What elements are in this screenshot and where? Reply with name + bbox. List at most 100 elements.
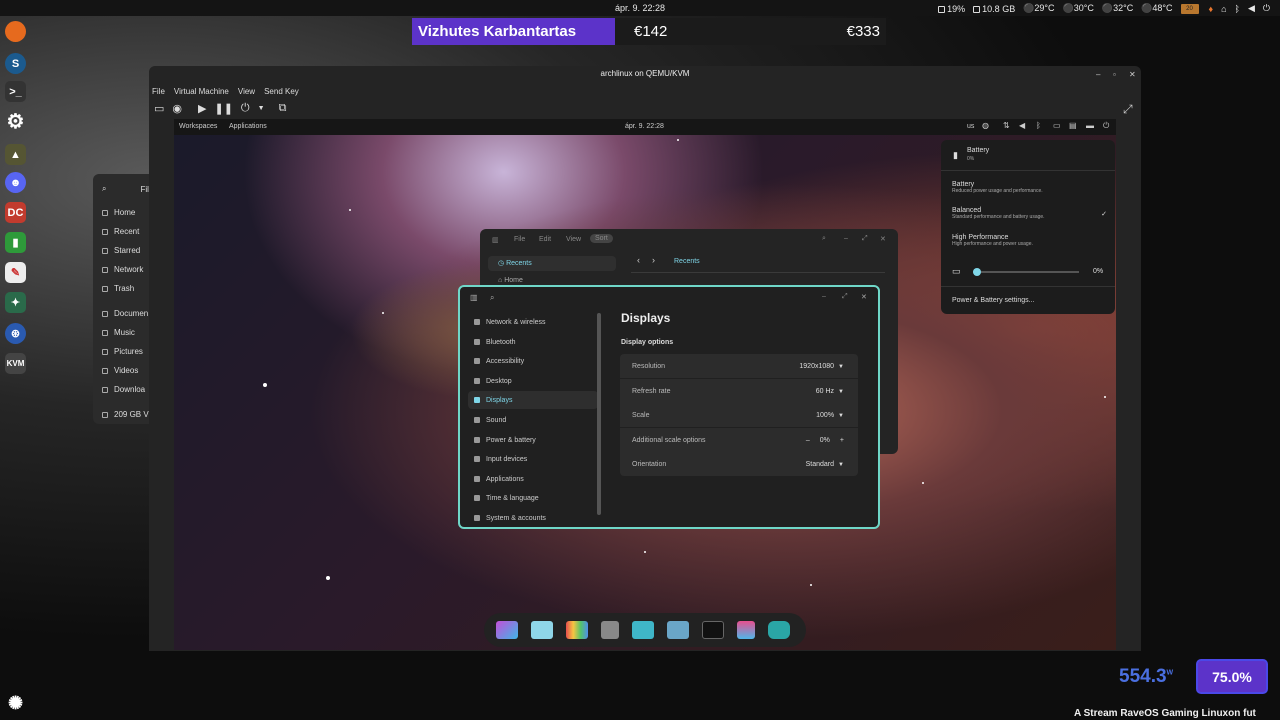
- bg-fm-item[interactable]: Documen: [102, 309, 148, 318]
- back-icon[interactable]: ‹: [637, 255, 640, 265]
- menu-view[interactable]: View: [238, 87, 255, 96]
- files-icon[interactable]: [632, 621, 654, 639]
- network-icon[interactable]: ⇅: [1003, 121, 1010, 130]
- nav-sound[interactable]: Sound: [468, 411, 598, 429]
- profile-high-performance[interactable]: High Performance High performance and po…: [952, 234, 1107, 252]
- firefox-icon[interactable]: [5, 21, 26, 42]
- terminal-icon[interactable]: >_: [5, 81, 26, 102]
- bg-fm-item[interactable]: Starred: [102, 246, 140, 255]
- kvm-icon[interactable]: KVM: [5, 353, 26, 374]
- app-icon[interactable]: ▲: [5, 144, 26, 165]
- power-icon[interactable]: ⏻: [1263, 3, 1270, 14]
- orientation-row[interactable]: Orientation Standard ▼: [620, 452, 858, 476]
- network-icon[interactable]: ⌂: [1221, 4, 1226, 14]
- search-icon[interactable]: ⌕: [490, 293, 494, 303]
- bg-fm-item[interactable]: Home: [102, 208, 135, 217]
- brightness-slider[interactable]: [973, 268, 1079, 276]
- sidebar-toggle-icon[interactable]: ▥: [492, 236, 499, 244]
- steering-icon[interactable]: ⊛: [5, 323, 26, 344]
- menu-file[interactable]: File: [152, 87, 165, 96]
- maximize-icon[interactable]: ⤢: [862, 235, 868, 243]
- forward-icon[interactable]: ›: [652, 255, 655, 265]
- bg-fm-item[interactable]: Pictures: [102, 347, 143, 356]
- scale-row[interactable]: Scale 100% ▼: [620, 403, 858, 427]
- bg-search[interactable]: ⌕ Fil: [102, 184, 149, 194]
- files-sidebar-home[interactable]: ⌂ Home: [498, 277, 523, 284]
- minimize-icon[interactable]: –: [844, 235, 848, 242]
- bluetooth-icon[interactable]: ᛒ: [1235, 4, 1240, 14]
- nav-accessibility[interactable]: Accessibility: [468, 352, 598, 370]
- plus-icon[interactable]: +: [840, 437, 844, 444]
- keyboard-layout[interactable]: us: [967, 123, 974, 130]
- flame-icon[interactable]: ♦: [1209, 4, 1214, 14]
- menu-virtual-machine[interactable]: Virtual Machine: [174, 87, 229, 96]
- search-icon[interactable]: ⌕: [822, 235, 826, 243]
- nav-network[interactable]: Network & wireless: [468, 313, 598, 331]
- chevron-down-icon[interactable]: ▼: [258, 105, 265, 112]
- guest-screen[interactable]: Workspaces Applications ápr. 9. 22:28 us…: [174, 119, 1116, 650]
- resolution-row[interactable]: Resolution 1920x1080 ▼: [620, 354, 858, 378]
- close-icon[interactable]: ✕: [861, 293, 867, 301]
- nav-displays[interactable]: Displays: [468, 391, 598, 409]
- nav-applications[interactable]: Applications: [468, 470, 598, 488]
- discord-icon[interactable]: ☻: [5, 172, 26, 193]
- terminal-icon[interactable]: [702, 621, 724, 639]
- refresh-rate-row[interactable]: Refresh rate 60 Hz ▼: [620, 379, 858, 403]
- minus-icon[interactable]: –: [806, 437, 810, 444]
- search-icon[interactable]: [496, 621, 518, 639]
- dc-app-icon[interactable]: DC: [5, 202, 26, 223]
- volume-icon[interactable]: ◀: [1019, 121, 1025, 130]
- menu-send-key[interactable]: Send Key: [264, 87, 299, 96]
- run-icon[interactable]: ▶: [198, 102, 206, 115]
- files-menu-sort[interactable]: Sort: [590, 234, 613, 243]
- app-grid-icon[interactable]: [566, 621, 588, 639]
- applications-button[interactable]: Applications: [229, 123, 267, 130]
- bg-fm-item[interactable]: Trash: [102, 284, 134, 293]
- nav-time[interactable]: Time & language: [468, 489, 598, 507]
- maximize-icon[interactable]: ⤢: [842, 293, 848, 301]
- nav-power[interactable]: Power & battery: [468, 431, 598, 449]
- power-icon[interactable]: ⏻: [1103, 121, 1109, 131]
- bluetooth-icon[interactable]: ᛒ: [1036, 121, 1041, 130]
- bg-fm-item[interactable]: 209 GB V: [102, 410, 149, 419]
- steam-icon[interactable]: S: [5, 53, 26, 74]
- nav-scrollbar[interactable]: [597, 313, 601, 515]
- notes-icon[interactable]: ✎: [5, 262, 26, 283]
- brightness-slider-handle[interactable]: [973, 268, 981, 276]
- editor-icon[interactable]: [667, 621, 689, 639]
- shutdown-icon[interactable]: ⏻: [241, 102, 250, 115]
- profile-balanced[interactable]: Balanced Standard performance and batter…: [952, 207, 1107, 225]
- bg-fm-item[interactable]: Videos: [102, 366, 138, 375]
- minimize-icon[interactable]: –: [1096, 70, 1100, 79]
- store-icon[interactable]: [737, 621, 755, 639]
- close-icon[interactable]: ✕: [880, 235, 886, 243]
- bg-fm-item[interactable]: Music: [102, 328, 135, 337]
- notification-icon[interactable]: ▤: [1069, 121, 1077, 130]
- files-sidebar-recents[interactable]: ◷ Recents: [488, 256, 616, 271]
- details-icon[interactable]: ◉: [172, 102, 182, 115]
- console-icon[interactable]: ▭: [154, 102, 164, 115]
- green-app-icon[interactable]: ▮: [5, 232, 26, 253]
- app-launcher-icon[interactable]: ✺: [5, 693, 26, 714]
- files-menu-view[interactable]: View: [566, 236, 581, 243]
- sidebar-toggle-icon[interactable]: ▥: [470, 293, 478, 302]
- multitasking-icon[interactable]: [531, 621, 553, 639]
- files-menu-file[interactable]: File: [514, 236, 525, 243]
- globe-icon[interactable]: ◍: [982, 121, 989, 130]
- bg-fm-item[interactable]: Recent: [102, 227, 139, 236]
- pause-icon[interactable]: ❚❚: [214, 102, 232, 115]
- battery-icon[interactable]: ▬: [1086, 121, 1094, 130]
- settings-gear-icon[interactable]: ⚙: [5, 111, 26, 133]
- nav-bluetooth[interactable]: Bluetooth: [468, 333, 598, 351]
- power-settings-link[interactable]: Power & Battery settings...: [952, 297, 1034, 304]
- nav-desktop[interactable]: Desktop: [468, 372, 598, 390]
- screen-icon[interactable]: ▭: [1053, 121, 1061, 130]
- bg-fm-item[interactable]: Network: [102, 265, 143, 274]
- workspaces-button[interactable]: Workspaces: [179, 123, 217, 130]
- files-menu-edit[interactable]: Edit: [539, 236, 551, 243]
- nav-input[interactable]: Input devices: [468, 450, 598, 468]
- puzzle-icon[interactable]: ✦: [5, 292, 26, 313]
- snapshot-icon[interactable]: ⧉: [279, 102, 287, 115]
- maximize-icon[interactable]: ▫: [1113, 70, 1116, 79]
- nav-accounts[interactable]: System & accounts: [468, 509, 598, 527]
